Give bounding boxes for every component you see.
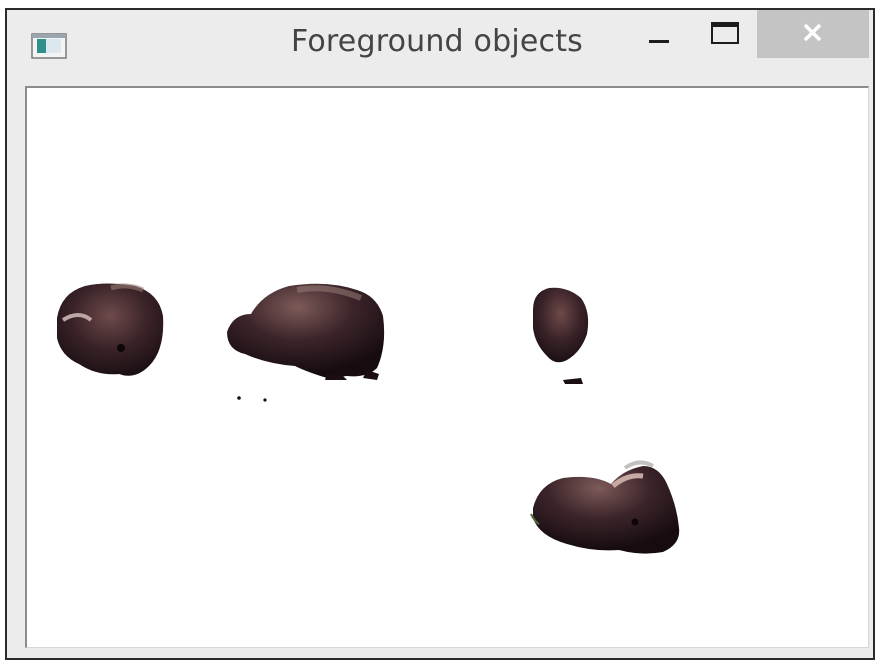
- title-bar[interactable]: Foreground objects: [7, 10, 873, 84]
- musk-ox-2: [227, 283, 385, 402]
- minimize-icon: [649, 40, 669, 43]
- minimize-button[interactable]: [633, 10, 685, 60]
- maximize-button[interactable]: [699, 10, 751, 60]
- musk-ox-3: [533, 287, 589, 384]
- foreground-image: [57, 283, 680, 554]
- maximize-icon: [711, 22, 739, 44]
- close-icon: [803, 23, 822, 42]
- musk-ox-4: [530, 460, 680, 554]
- musk-ox-1: [57, 283, 164, 376]
- app-window: Foreground objects: [5, 8, 875, 660]
- close-button[interactable]: [757, 10, 869, 58]
- image-display-area: [25, 86, 869, 648]
